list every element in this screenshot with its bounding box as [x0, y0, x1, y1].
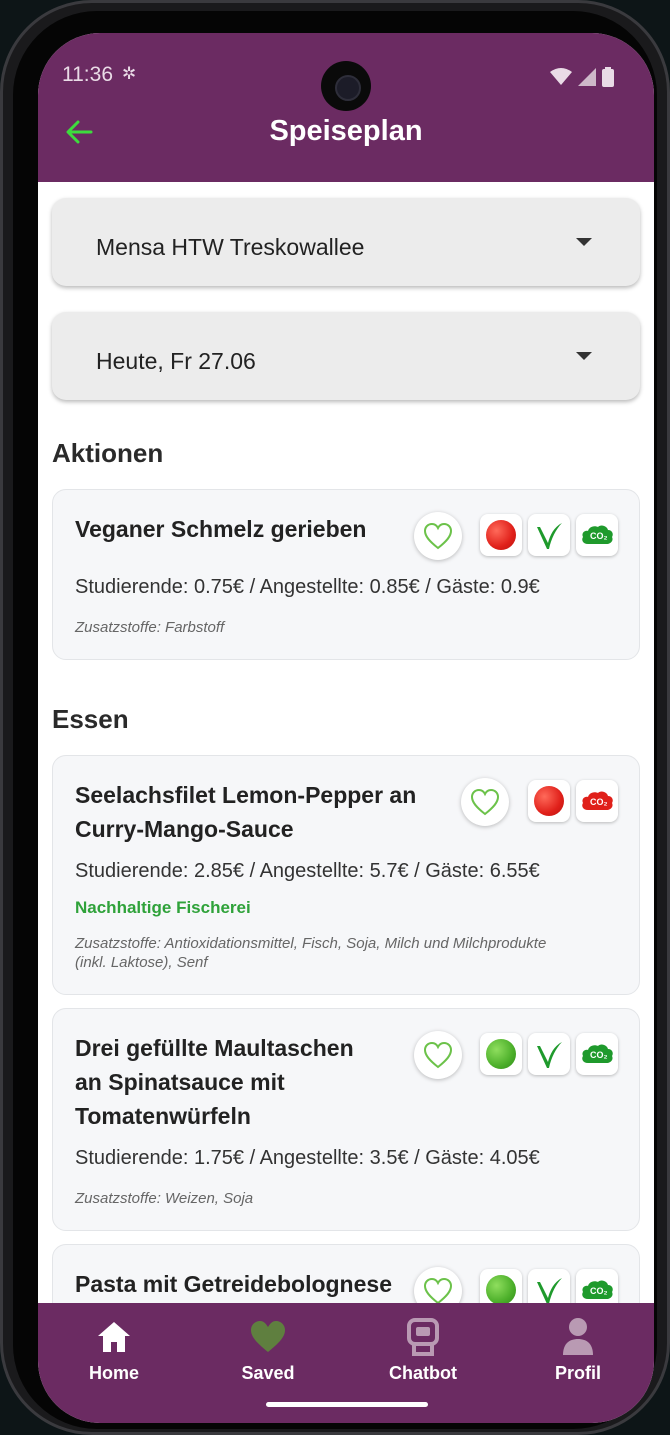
- front-camera: [321, 61, 371, 111]
- meal-additives: Zusatzstoffe: Farbstoff: [75, 619, 225, 636]
- status-time: 11:36: [62, 63, 113, 86]
- co2-badge: CO₂: [576, 514, 618, 556]
- traffic-light-badge: [480, 1033, 522, 1075]
- favorite-button[interactable]: [461, 778, 509, 826]
- svg-text:CO₂: CO₂: [590, 797, 608, 807]
- green-dot-icon: [486, 1275, 516, 1303]
- meal-title-line: Seelachsfilet Lemon-Pepper an: [75, 782, 417, 808]
- caret-down-icon: [576, 352, 592, 360]
- co2-cloud-green-icon: CO₂: [582, 525, 613, 544]
- nav-saved-label: Saved: [241, 1363, 295, 1383]
- action-card[interactable]: Veganer Schmelz gerieben CO₂ Studierende…: [52, 489, 640, 660]
- meal-title-line: Drei gefüllte Maultaschen: [75, 1035, 354, 1061]
- vegan-badge: [528, 1269, 570, 1303]
- heart-outline-icon: [423, 1277, 453, 1303]
- meal-card[interactable]: Drei gefüllte Maultaschen an Spinatsauce…: [52, 1008, 640, 1231]
- phone-frame: 11:36 ✲ Speiseplan Mensa HTW Treskowalle…: [0, 0, 670, 1435]
- heart-filled-icon: [251, 1321, 285, 1352]
- co2-cloud-green-icon: CO₂: [582, 1044, 613, 1063]
- traffic-light-badge: [480, 514, 522, 556]
- menu-content[interactable]: Mensa HTW Treskowallee Heute, Fr 27.06 A…: [38, 182, 654, 1303]
- co2-badge: CO₂: [576, 1269, 618, 1303]
- battery-icon: [602, 67, 614, 87]
- meal-card[interactable]: Pasta mit Getreidebolognese CO₂: [52, 1244, 640, 1303]
- nav-chatbot-label: Chatbot: [389, 1363, 457, 1383]
- sustainability-label: Nachhaltige Fischerei: [75, 898, 251, 917]
- red-dot-icon: [534, 786, 564, 816]
- meal-title-line: Curry-Mango-Sauce: [75, 816, 294, 842]
- favorite-button[interactable]: [414, 1267, 462, 1303]
- svg-text:CO₂: CO₂: [590, 1050, 608, 1060]
- favorite-button[interactable]: [414, 512, 462, 560]
- meal-price: Studierende: 2.85€ / Angestellte: 5.7€ /…: [75, 860, 540, 882]
- meal-title-line: Tomatenwürfeln: [75, 1103, 251, 1129]
- phone-bezel: 11:36 ✲ Speiseplan Mensa HTW Treskowalle…: [13, 11, 657, 1429]
- nav-home-label: Home: [88, 1363, 139, 1383]
- screen: 11:36 ✲ Speiseplan Mensa HTW Treskowalle…: [38, 33, 654, 1423]
- meal-additives-line: (inkl. Laktose), Senf: [75, 954, 208, 971]
- person-icon: [563, 1318, 593, 1355]
- meal-card[interactable]: Seelachsfilet Lemon-Pepper an Curry-Mang…: [52, 755, 640, 995]
- co2-cloud-red-icon: CO₂: [582, 791, 613, 810]
- favorite-button[interactable]: [414, 1031, 462, 1079]
- svg-text:CO₂: CO₂: [590, 531, 608, 541]
- vegan-leaf-icon: [537, 1278, 562, 1303]
- nav-chatbot[interactable]: Chatbot: [363, 1317, 483, 1384]
- nav-home[interactable]: Home: [54, 1317, 174, 1384]
- meal-title-line: an Spinatsauce mit: [75, 1069, 285, 1095]
- chatbot-icon: [407, 1318, 439, 1356]
- heart-outline-icon: [423, 1041, 453, 1069]
- vegan-badge: [528, 514, 570, 556]
- meal-price: Studierende: 1.75€ / Angestellte: 3.5€ /…: [75, 1147, 540, 1169]
- page-title: Speiseplan: [269, 115, 423, 147]
- vegan-leaf-icon: [537, 523, 562, 549]
- nav-profile[interactable]: Profil: [518, 1317, 638, 1384]
- home-icon: [98, 1322, 130, 1352]
- meal-title: Veganer Schmelz gerieben: [75, 516, 367, 542]
- co2-badge: CO₂: [576, 780, 618, 822]
- traffic-light-badge: [528, 780, 570, 822]
- meal-additives: Zusatzstoffe: Weizen, Soja: [75, 1190, 254, 1207]
- red-dot-icon: [486, 520, 516, 550]
- section-title-actions: Aktionen: [52, 438, 164, 468]
- nav-saved[interactable]: Saved: [208, 1317, 328, 1384]
- signal-icon: [578, 68, 596, 86]
- meal-additives-line: Zusatzstoffe: Antioxidationsmittel, Fisc…: [75, 935, 547, 952]
- traffic-light-badge: [480, 1269, 522, 1303]
- heart-outline-icon: [423, 522, 453, 550]
- green-dot-icon: [486, 1039, 516, 1069]
- svg-text:CO₂: CO₂: [590, 1286, 608, 1296]
- vegan-badge: [528, 1033, 570, 1075]
- meal-price: Studierende: 0.75€ / Angestellte: 0.85€ …: [75, 576, 540, 598]
- settings-status-icon: ✲: [122, 64, 137, 83]
- date-select[interactable]: Heute, Fr 27.06: [52, 312, 640, 400]
- caret-down-icon: [576, 238, 592, 246]
- status-icons: [550, 67, 614, 87]
- gesture-home-bar[interactable]: [266, 1402, 428, 1407]
- canteen-select[interactable]: Mensa HTW Treskowallee: [52, 198, 640, 286]
- meal-title: Pasta mit Getreidebolognese: [75, 1271, 392, 1297]
- heart-outline-icon: [470, 788, 500, 816]
- vegan-leaf-icon: [537, 1042, 562, 1068]
- nav-profile-label: Profil: [554, 1363, 601, 1383]
- co2-cloud-green-icon: CO₂: [582, 1280, 613, 1299]
- section-title-meals: Essen: [52, 704, 129, 734]
- date-select-value: Heute, Fr 27.06: [96, 348, 256, 374]
- canteen-select-value: Mensa HTW Treskowallee: [96, 234, 365, 260]
- app-bar: 11:36 ✲ Speiseplan: [38, 33, 654, 182]
- wifi-icon: [550, 68, 572, 85]
- co2-badge: CO₂: [576, 1033, 618, 1075]
